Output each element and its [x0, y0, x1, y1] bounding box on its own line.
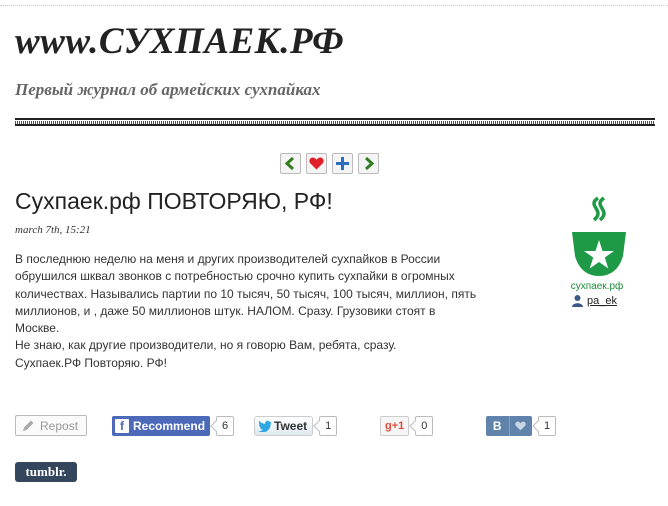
- site-title[interactable]: www.СУХПАЕК.РФ: [15, 20, 344, 63]
- plus-icon: [336, 157, 349, 170]
- next-post-button[interactable]: [358, 153, 379, 174]
- favorite-button[interactable]: [306, 153, 327, 174]
- vk-logo-icon: В: [492, 418, 502, 433]
- facebook-count: 6: [216, 415, 235, 436]
- previous-post-button[interactable]: [280, 153, 301, 174]
- post-body: В последнюю неделю на меня и других прои…: [15, 251, 540, 372]
- cup-logo-icon: [572, 196, 626, 276]
- facebook-icon: f: [115, 418, 129, 433]
- vk-share: В 1: [486, 415, 557, 436]
- vk-heart-icon: [508, 415, 533, 436]
- right-arrow-icon: [364, 157, 375, 170]
- facebook-label: Recommend: [133, 418, 206, 433]
- vk-count: 1: [538, 415, 557, 436]
- repost-button[interactable]: Repost: [15, 415, 87, 436]
- top-dotted-divider: [0, 5, 668, 6]
- tweet-label: Tweet: [274, 418, 308, 433]
- twitter-count: 1: [319, 415, 338, 436]
- site-subtitle: Первый журнал об армейских сухпайках: [15, 80, 321, 99]
- post-line: Не знаю, как другие производители, но я …: [15, 338, 397, 353]
- user-badge: pa_ek: [571, 294, 617, 307]
- post-line: обрушился шквал звонков с потребностью с…: [15, 269, 455, 284]
- tumblr-share-button[interactable]: tumblr.: [15, 462, 77, 482]
- repost-label: Repost: [40, 418, 79, 433]
- facebook-share: f Recommend 6: [112, 415, 235, 436]
- pencil-icon: [23, 420, 34, 431]
- user-icon: [572, 295, 583, 307]
- gplus-button[interactable]: g+1: [380, 415, 410, 436]
- facebook-recommend-button[interactable]: f Recommend: [112, 415, 211, 436]
- header-divider-bottom: [15, 124, 655, 126]
- post-line: В последнюю неделю на меня и других прои…: [15, 252, 441, 266]
- post-line: количествах. Назывались партии по 10 тыс…: [15, 286, 477, 301]
- username-link[interactable]: pa_ek: [587, 295, 617, 307]
- post-title[interactable]: Сухпаек.рф ПОВТОРЯЮ, РФ!: [15, 188, 333, 215]
- vk-like-button[interactable]: В: [486, 415, 533, 436]
- tweet-button[interactable]: Tweet: [254, 415, 314, 436]
- add-button[interactable]: [332, 153, 353, 174]
- twitter-bird-icon: [258, 420, 272, 432]
- twitter-share: Tweet 1: [254, 415, 338, 436]
- gplus-count: 0: [415, 415, 434, 436]
- post-line: Москве.: [15, 321, 60, 336]
- logo-caption: сухпаек.рф: [570, 281, 624, 292]
- post-nav: [280, 153, 379, 174]
- header-divider: [15, 118, 655, 120]
- post-date: march 7th, 15:21: [15, 224, 91, 236]
- heart-icon: [309, 157, 324, 170]
- gplus-share: g+1 0: [380, 415, 434, 436]
- post-line: миллионов, и , даже 50 миллионов штук. Н…: [15, 303, 436, 318]
- post-line: Сухпаек.РФ Повторяю. РФ!: [15, 355, 167, 370]
- left-arrow-icon: [284, 157, 295, 170]
